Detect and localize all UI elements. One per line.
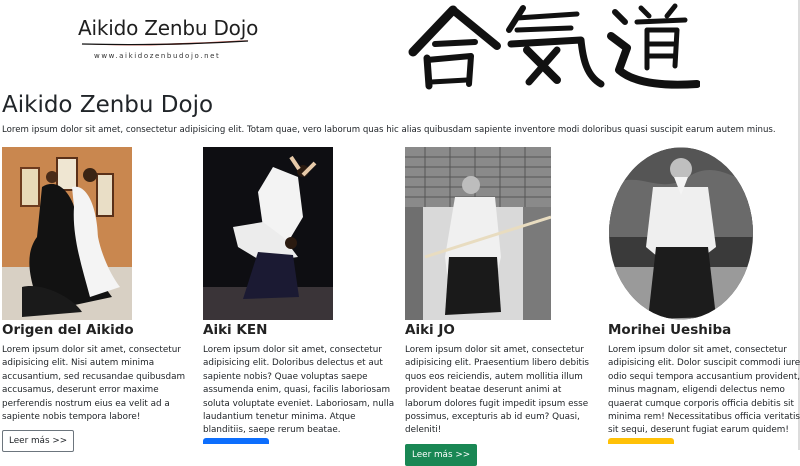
aikido-throw-photo	[2, 147, 132, 320]
morihei-ueshiba-portrait	[609, 147, 753, 320]
card-origen-del-aikido: Origen del Aikido Lorem ipsum dolor sit …	[2, 147, 197, 453]
read-more-button[interactable]	[203, 437, 269, 444]
aiki-ken-throw-photo	[203, 147, 333, 320]
card-title: Aiki JO	[405, 322, 455, 338]
read-more-button[interactable]: Leer más >>	[405, 443, 478, 466]
read-more-button[interactable]: Leer más >>	[2, 430, 75, 453]
aikido-kanji-calligraphy-icon	[408, 3, 700, 90]
logo-swoosh-icon	[80, 40, 250, 46]
logo-title: Aikido Zenbu Dojo	[78, 16, 259, 40]
aiki-jo-staff-photo	[405, 147, 551, 320]
card-title: Aiki KEN	[203, 322, 268, 338]
card-title: Morihei Ueshiba	[608, 322, 732, 338]
card-text: Lorem ipsum dolor sit amet, consectetur …	[608, 345, 800, 436]
page-title: Aikido Zenbu Dojo	[2, 92, 214, 118]
card-text: Lorem ipsum dolor sit amet, consectetur …	[2, 345, 186, 423]
card-text: Lorem ipsum dolor sit amet, consectetur …	[203, 345, 395, 436]
page-intro: Lorem ipsum dolor sit amet, consectetur …	[2, 125, 776, 135]
logo-url: www.aikidozenbudojo.net	[94, 52, 221, 60]
site-logo[interactable]: Aikido Zenbu Dojo www.aikidozenbudojo.ne…	[78, 10, 258, 68]
card-text: Lorem ipsum dolor sit amet, consectetur …	[405, 345, 590, 436]
card-title: Origen del Aikido	[2, 322, 134, 338]
read-more-button[interactable]	[608, 437, 674, 444]
card-aiki-jo: Aiki JO Lorem ipsum dolor sit amet, cons…	[405, 147, 600, 466]
card-morihei-ueshiba: Morihei Ueshiba Lorem ipsum dolor sit am…	[608, 147, 800, 444]
card-aiki-ken: Aiki KEN Lorem ipsum dolor sit amet, con…	[203, 147, 398, 444]
